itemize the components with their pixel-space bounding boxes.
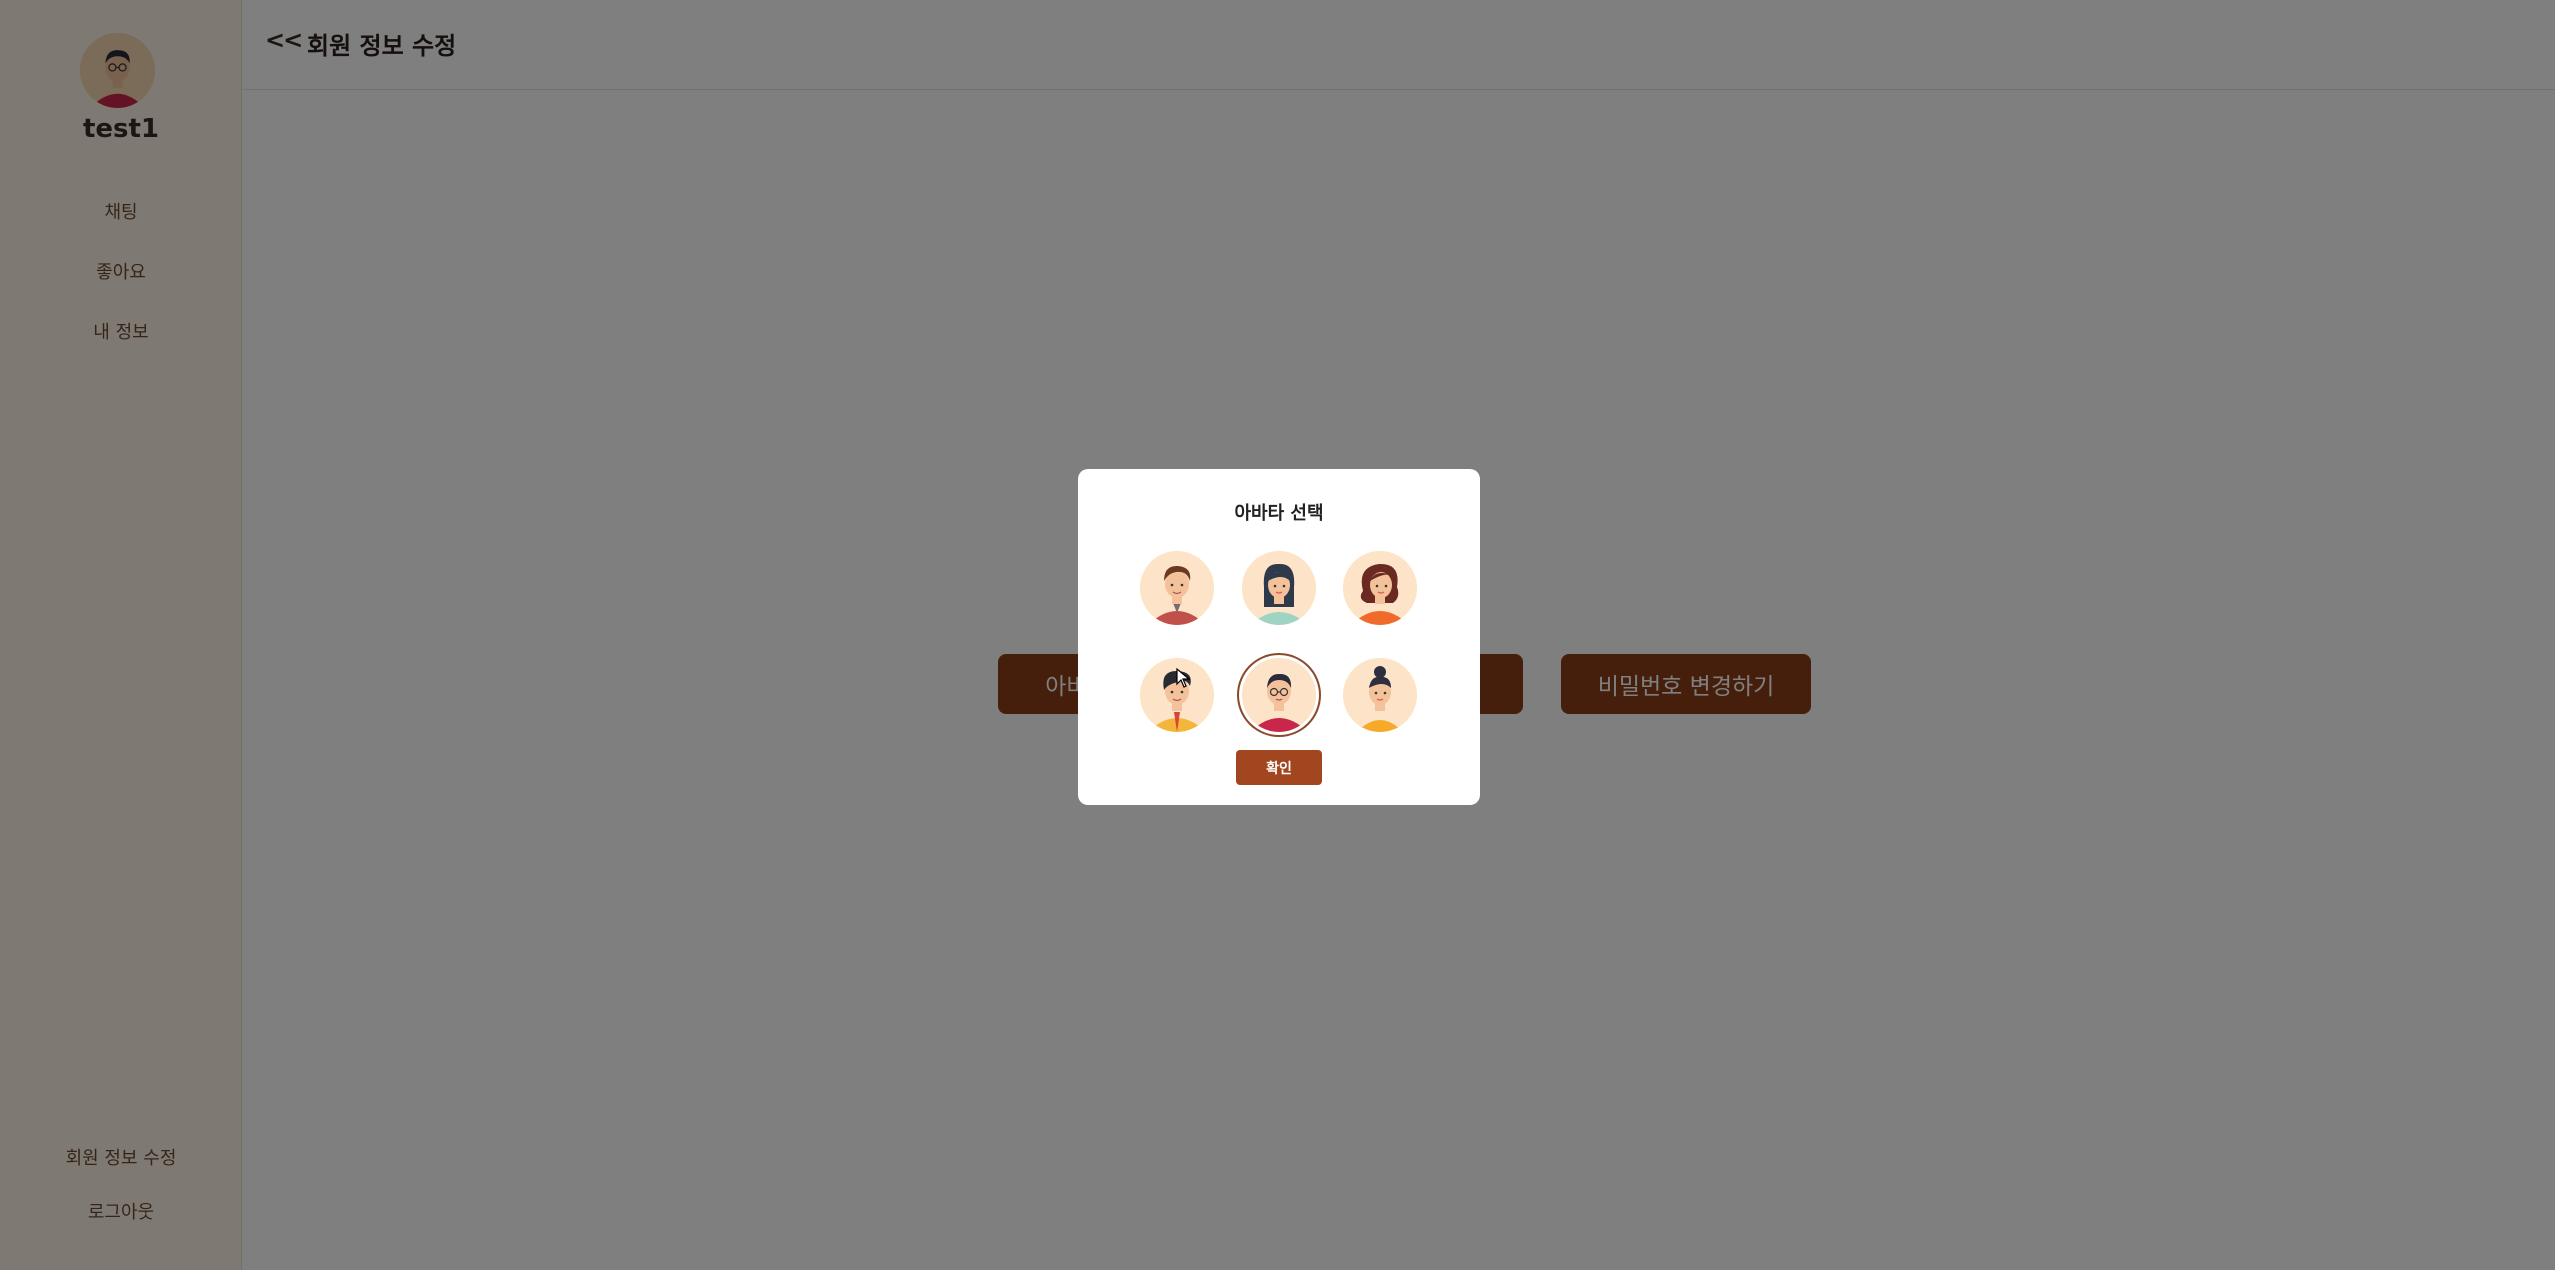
avatar-option-woman-dark-hair-teal[interactable] (1242, 551, 1316, 625)
avatar-select-modal: 아바타 선택 확인 (1078, 469, 1480, 805)
confirm-button[interactable]: 확인 (1236, 750, 1322, 785)
avatar-option-man-brown-hair[interactable] (1140, 551, 1214, 625)
mouse-cursor-icon (1176, 668, 1190, 688)
avatar-woman-bun-yellow-icon (1343, 658, 1417, 732)
avatar-option-woman-bun-yellow[interactable] (1343, 658, 1417, 732)
avatar-man-glasses-red-icon (1242, 658, 1316, 732)
avatar-option-man-glasses-red[interactable] (1242, 658, 1316, 732)
avatar-woman-curly-hair-orange-icon (1343, 551, 1417, 625)
avatar-woman-dark-hair-teal-icon (1242, 551, 1316, 625)
avatar-option-woman-curly-hair-orange[interactable] (1343, 551, 1417, 625)
modal-title: 아바타 선택 (1234, 503, 1324, 524)
avatar-man-brown-hair-icon (1140, 551, 1214, 625)
